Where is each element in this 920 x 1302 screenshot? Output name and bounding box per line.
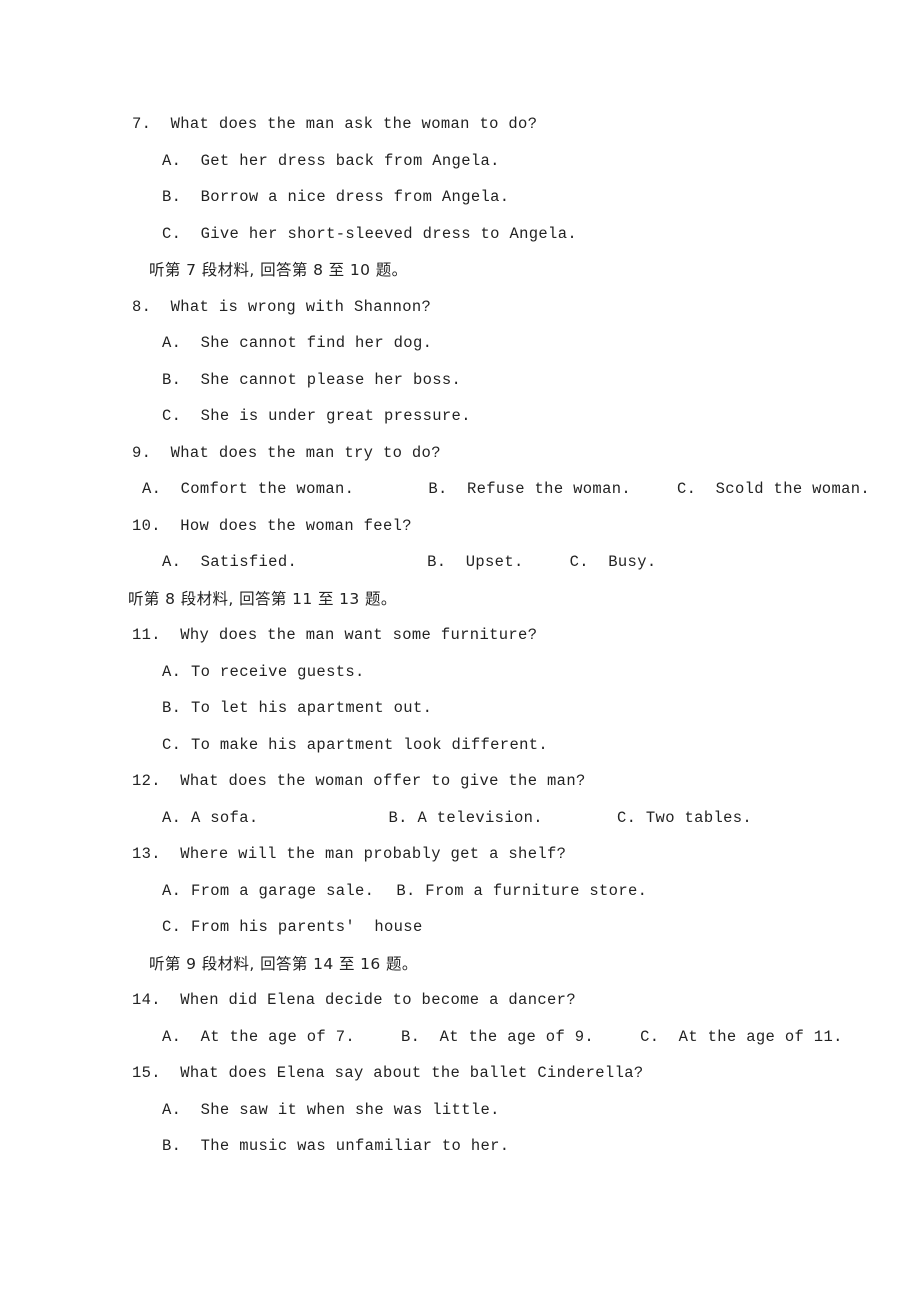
question-stem-14: 14. When did Elena decide to become a da…	[132, 991, 576, 1009]
section-header-material-8: 听第 8 段材料, 回答第 11 至 13 题。	[128, 589, 397, 608]
section-header-material-9: 听第 9 段材料, 回答第 14 至 16 题。	[149, 954, 418, 973]
option-9-b[interactable]: B. Refuse the woman.	[428, 471, 631, 508]
option-7-c[interactable]: C. Give her short-sleeved dress to Angel…	[128, 216, 788, 253]
option-13-b[interactable]: B. From a furniture store.	[396, 873, 647, 910]
option-12-a[interactable]: A. A sofa.	[162, 800, 259, 837]
option-row-12: A. A sofa. B. A television. C. Two tables.	[128, 800, 788, 837]
option-15-b[interactable]: B. The music was unfamiliar to her.	[128, 1128, 788, 1165]
option-10-c[interactable]: C. Busy.	[570, 544, 657, 581]
option-row-13: A. From a garage sale. B. From a furnitur…	[128, 873, 788, 910]
question-stem-15: 15. What does Elena say about the ballet…	[132, 1064, 644, 1082]
option-11-b[interactable]: B. To let his apartment out.	[128, 690, 788, 727]
option-row-9: A. Comfort the woman. B. Refuse the woman…	[128, 471, 870, 508]
option-row-14: A. At the age of 7. B. At the age of 9. C.…	[128, 1019, 842, 1056]
option-8-a[interactable]: A. She cannot find her dog.	[128, 325, 788, 362]
option-13-a[interactable]: A. From a garage sale.	[162, 873, 374, 910]
option-7-a[interactable]: A. Get her dress back from Angela.	[128, 143, 788, 180]
option-12-b[interactable]: B. A television.	[389, 800, 543, 837]
option-11-a[interactable]: A. To receive guests.	[128, 654, 788, 691]
option-13-c[interactable]: C. From his parents' house	[128, 909, 788, 946]
option-8-c[interactable]: C. She is under great pressure.	[128, 398, 788, 435]
question-stem-10: 10. How does the woman feel?	[132, 516, 412, 535]
option-10-b[interactable]: B. Upset.	[427, 544, 524, 581]
exam-paper-page: 7. What does the man ask the woman to do…	[0, 0, 920, 1302]
question-stem-13: 13. Where will the man probably get a sh…	[132, 845, 567, 863]
option-row-10: A. Satisfied. B. Upset. C. Busy.	[128, 544, 788, 581]
option-10-a[interactable]: A. Satisfied.	[162, 544, 297, 581]
option-12-c[interactable]: C. Two tables.	[617, 800, 752, 837]
option-14-b[interactable]: B. At the age of 9.	[401, 1019, 594, 1056]
question-list: 7. What does the man ask the woman to do…	[128, 106, 870, 1165]
option-15-a[interactable]: A. She saw it when she was little.	[128, 1092, 788, 1129]
option-11-c[interactable]: C. To make his apartment look different.	[128, 727, 788, 764]
option-8-b[interactable]: B. She cannot please her boss.	[128, 362, 788, 399]
question-stem-12: 12. What does the woman offer to give th…	[132, 772, 586, 790]
question-stem-7: 7. What does the man ask the woman to do…	[132, 115, 538, 133]
question-stem-9: 9. What does the man try to do?	[132, 443, 441, 462]
option-14-a[interactable]: A. At the age of 7.	[162, 1019, 355, 1056]
option-7-b[interactable]: B. Borrow a nice dress from Angela.	[128, 179, 788, 216]
option-9-a[interactable]: A. Comfort the woman.	[142, 471, 354, 508]
option-14-c[interactable]: C. At the age of 11.	[640, 1019, 843, 1056]
section-header-material-7: 听第 7 段材料, 回答第 8 至 10 题。	[149, 261, 408, 279]
question-stem-11: 11. Why does the man want some furniture…	[132, 626, 538, 644]
option-9-c[interactable]: C. Scold the woman.	[677, 471, 870, 508]
question-stem-8: 8. What is wrong with Shannon?	[132, 297, 432, 316]
